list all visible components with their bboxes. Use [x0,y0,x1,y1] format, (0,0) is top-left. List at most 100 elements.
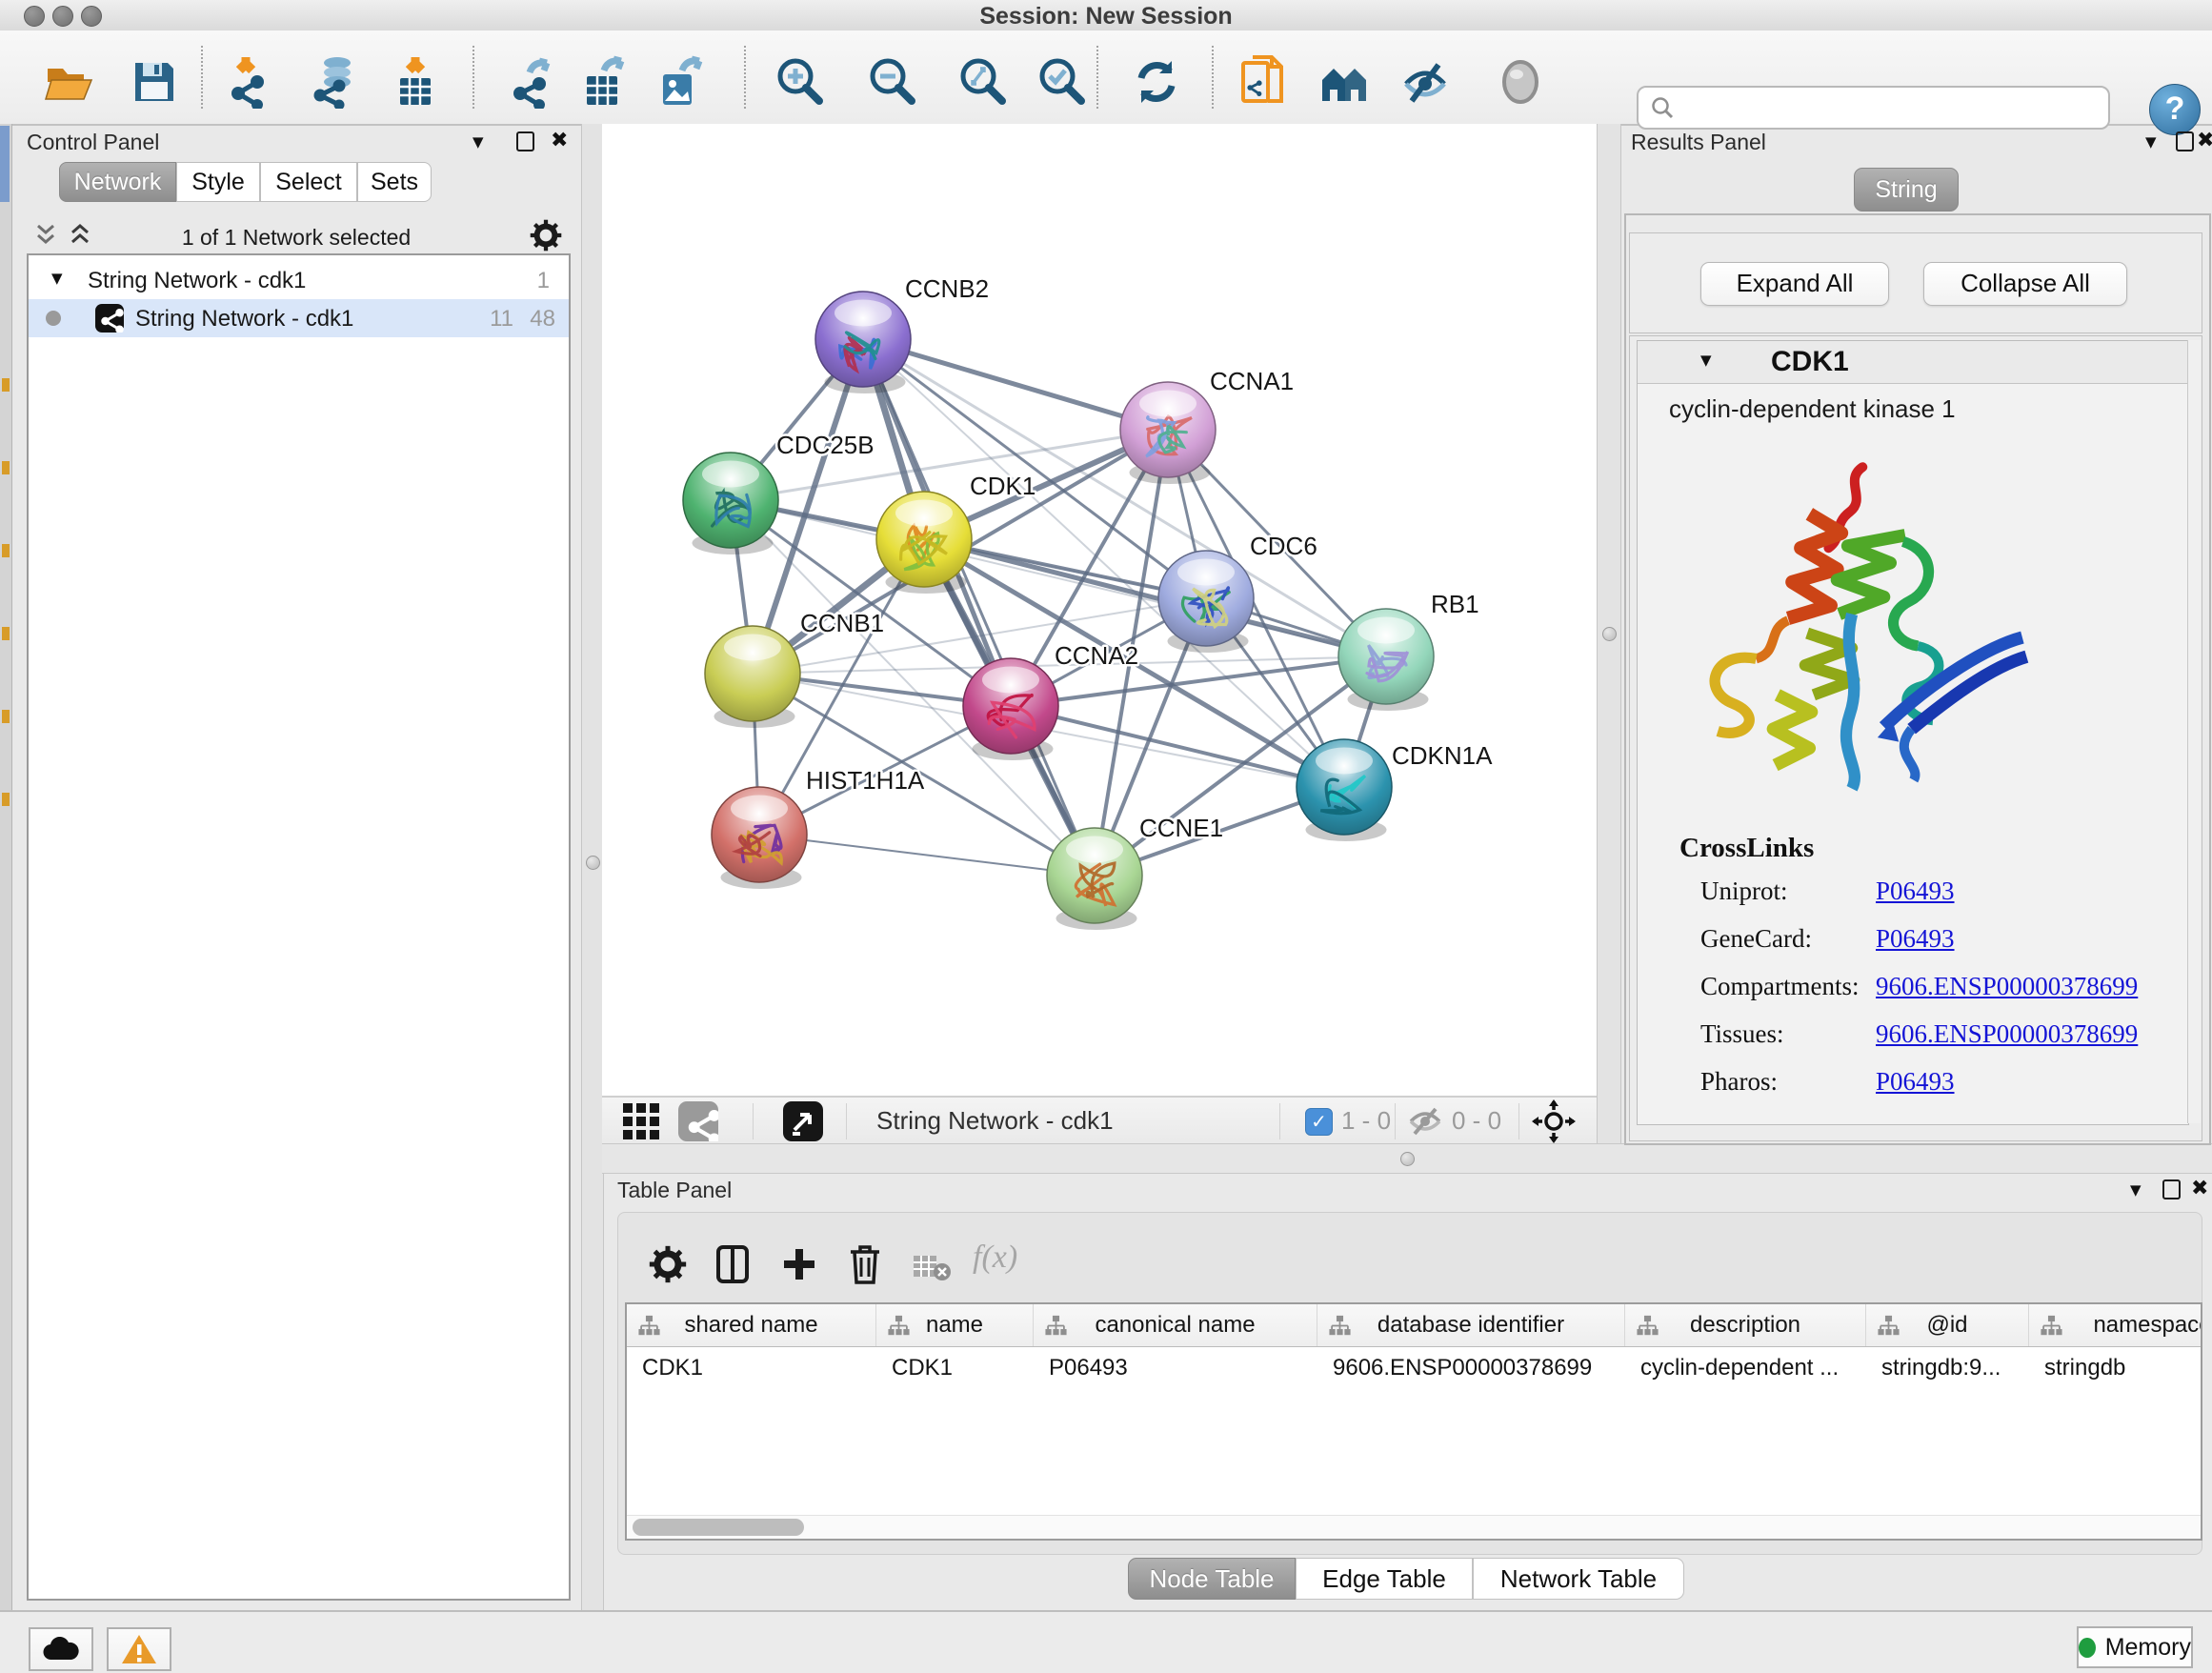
table-panel-float-icon[interactable] [2162,1179,2181,1199]
network-collection-row[interactable]: ▼ String Network - cdk1 1 [29,261,569,299]
results-panel-menu-icon[interactable]: ▼ [2145,133,2157,151]
table-cell[interactable]: stringdb:9... [1866,1347,2029,1388]
network-edge-CCNB2-CCNE1[interactable] [863,339,1095,876]
network-edge-HIST1H1A-CCNE1[interactable] [759,835,1095,876]
tab-node-table[interactable]: Node Table [1128,1558,1296,1600]
tab-select-label: Select [275,169,341,195]
crosslink-value-link[interactable]: P06493 [1876,1067,1955,1097]
import-table-from-file-icon[interactable] [389,55,442,109]
expand-all-button[interactable]: Expand All [1700,262,1889,306]
crosslink-value-link[interactable]: P06493 [1876,877,1955,906]
table-row[interactable]: CDK1CDK1P064939606.ENSP00000378699cyclin… [627,1347,2201,1388]
export-network-icon[interactable] [507,55,560,109]
table-horizontal-scrollbar[interactable] [627,1515,2201,1539]
protein-card-header[interactable]: ▼ CDK1 [1638,341,2188,384]
table-cell[interactable]: stringdb [2029,1347,2202,1388]
network-node-CCNA1[interactable]: CCNA1 [1120,367,1294,484]
column-header-shared-name[interactable]: shared name [627,1304,876,1346]
column-header-canonical-name[interactable]: canonical name [1034,1304,1317,1346]
save-session-icon[interactable] [128,55,181,109]
collapse-all-button[interactable]: Collapse All [1923,262,2127,306]
tab-string[interactable]: String [1854,168,1959,212]
left-splitter[interactable] [581,124,604,1610]
memory-button[interactable]: Memory [2077,1626,2193,1668]
tab-edge-table[interactable]: Edge Table [1296,1558,1473,1600]
hide-graphics-details-icon[interactable] [1398,55,1452,109]
table-options-gear-icon[interactable] [649,1245,687,1283]
tab-network-table[interactable]: Network Table [1473,1558,1684,1600]
splitter-handle[interactable] [1400,1152,1415,1166]
search-input[interactable] [1675,93,2108,122]
table-panel-menu-icon[interactable]: ▼ [2130,1181,2142,1199]
refresh-icon[interactable] [1130,55,1183,109]
column-header--id[interactable]: @id [1866,1304,2029,1346]
column-header-description[interactable]: description [1625,1304,1866,1346]
network-node-CDKN1A[interactable]: CDKN1A [1297,739,1493,841]
warning-status-button[interactable] [107,1627,171,1671]
show-columns-icon[interactable] [714,1243,752,1285]
show-graphics-details-icon[interactable] [1494,55,1547,109]
import-network-from-database-icon[interactable] [309,55,362,109]
network-node-CDK1[interactable]: CDK1 [876,472,1036,594]
export-image-icon[interactable] [654,55,707,109]
selected-checkbox-icon[interactable]: ✓ [1305,1108,1333,1136]
fit-selected-crosshair-icon[interactable] [1532,1099,1576,1143]
function-builder-icon[interactable]: f(x) [973,1240,1017,1276]
horizontal-splitter[interactable] [602,1143,2212,1174]
results-scrollbar[interactable] [2187,340,2201,1123]
add-column-icon[interactable] [780,1245,818,1283]
network-row-selected[interactable]: String Network - cdk1 11 48 [29,299,569,337]
open-session-icon[interactable] [42,55,95,109]
table-cell[interactable]: cyclin-dependent ... [1625,1347,1866,1388]
results-panel-float-icon[interactable] [2176,131,2194,151]
protein-card-collapse-icon[interactable]: ▼ [1700,352,1712,369]
network-node-RB1[interactable]: RB1 [1338,590,1479,711]
export-table-icon[interactable] [577,55,631,109]
crosslink-value-link[interactable]: 9606.ENSP00000378699 [1876,1019,2138,1049]
tab-style[interactable]: Style [176,162,260,202]
column-header-name[interactable]: name [876,1304,1034,1346]
netbar-divider [1518,1103,1519,1139]
network-options-gear-icon[interactable] [530,219,562,252]
network-svg[interactable]: CCNB2CCNA1CDC25BCDK1CDC6RB1CCNB1CCNA2CDK… [602,124,1597,1096]
column-header-namespace[interactable]: namespace [2029,1304,2202,1346]
clone-network-icon[interactable] [1237,55,1291,109]
results-panel-close-icon[interactable]: ✖ [2197,131,2212,151]
control-panel-close-icon[interactable]: ✖ [551,131,568,151]
network-node-CCNB1[interactable]: CCNB1 [705,609,884,728]
first-neighbors-icon[interactable] [1318,55,1372,109]
tab-network-label: Network [74,169,162,195]
network-canvas[interactable]: CCNB2CCNA1CDC25BCDK1CDC6RB1CCNB1CCNA2CDK… [602,124,1597,1096]
control-panel-menu-icon[interactable]: ▼ [473,133,484,151]
control-panel-float-icon[interactable] [516,131,534,151]
network-view-string-icon[interactable] [678,1101,718,1141]
zoom-fit-icon[interactable] [955,55,1009,109]
birds-eye-view-icon[interactable] [783,1101,823,1141]
table-scrollbar-thumb[interactable] [633,1519,804,1536]
crosslink-value-link[interactable]: P06493 [1876,924,1955,954]
grid-view-icon[interactable] [621,1101,661,1141]
zoom-in-icon[interactable] [773,55,826,109]
tab-sets[interactable]: Sets [357,162,432,202]
zoom-selected-icon[interactable] [1035,55,1088,109]
collection-expand-icon[interactable]: ▼ [51,270,63,287]
splitter-handle[interactable] [586,856,600,870]
delete-table-icon[interactable] [912,1253,952,1281]
right-splitter[interactable] [1597,124,1621,1143]
delete-column-trash-icon[interactable] [847,1243,883,1285]
network-node-HIST1H1A[interactable]: HIST1H1A [712,766,925,889]
crosslink-value-link[interactable]: 9606.ENSP00000378699 [1876,972,2138,1001]
table-cell[interactable]: 9606.ENSP00000378699 [1317,1347,1625,1388]
table-cell[interactable]: P06493 [1034,1347,1317,1388]
table-cell[interactable]: CDK1 [627,1347,876,1388]
hidden-eye-slash-icon[interactable] [1406,1105,1444,1138]
tab-network[interactable]: Network [59,162,176,202]
import-network-from-file-icon[interactable] [225,55,278,109]
table-cell[interactable]: CDK1 [876,1347,1034,1388]
cloud-status-button[interactable] [29,1627,93,1671]
table-panel-close-icon[interactable]: ✖ [2191,1179,2208,1199]
tab-select[interactable]: Select [260,162,357,202]
splitter-handle[interactable] [1602,627,1617,641]
zoom-out-icon[interactable] [865,55,918,109]
column-header-database-identifier[interactable]: database identifier [1317,1304,1625,1346]
